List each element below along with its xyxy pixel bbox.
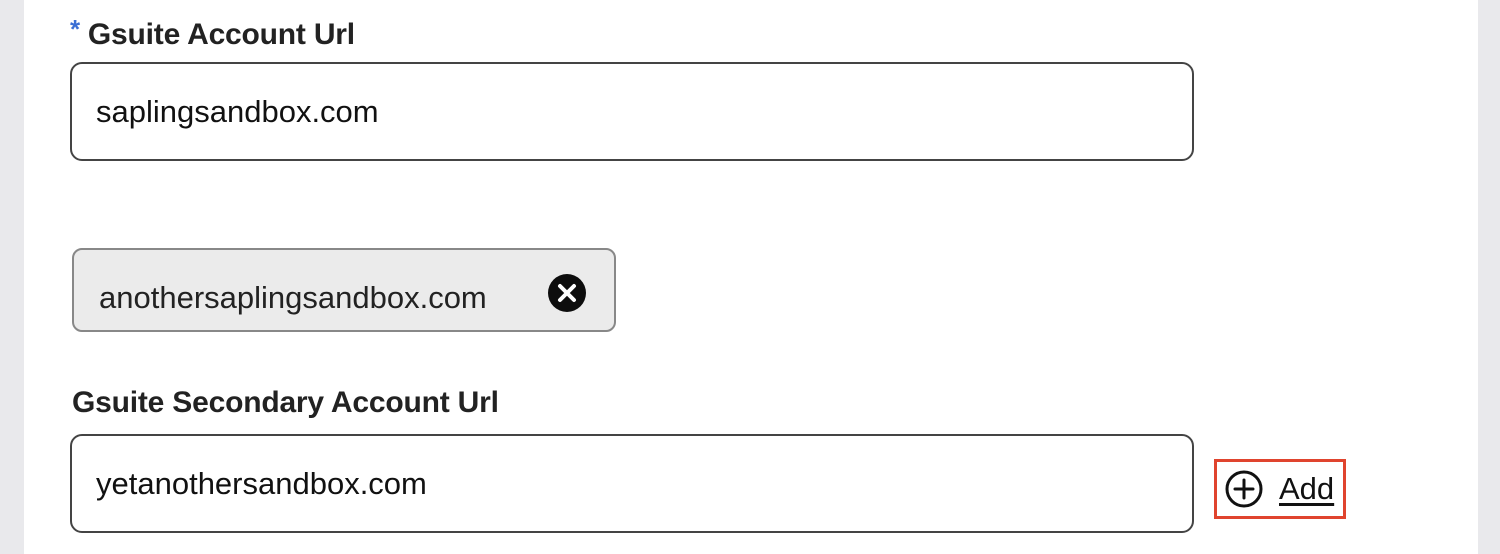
gsuite-account-url-label: * Gsuite Account Url (70, 14, 355, 52)
add-url-button-label: Add (1279, 471, 1335, 506)
gsuite-account-url-label-text: Gsuite Account Url (87, 18, 355, 51)
gsuite-account-url-input[interactable] (70, 62, 1194, 161)
added-url-chip: anothersaplingsandbox.com (72, 248, 616, 332)
required-marker: * (70, 14, 80, 44)
form-panel: *Gsuite Account Url anothersaplingsandbo… (24, 0, 1478, 554)
close-circle-icon[interactable] (548, 274, 586, 312)
gsuite-secondary-account-url-input[interactable] (70, 434, 1194, 533)
plus-circle-icon (1225, 470, 1263, 508)
added-url-chip-label: anothersaplingsandbox.com (99, 280, 487, 315)
add-url-button[interactable]: Add (1214, 459, 1346, 519)
gsuite-secondary-account-url-label: Gsuite Secondary Account Url (72, 386, 499, 419)
